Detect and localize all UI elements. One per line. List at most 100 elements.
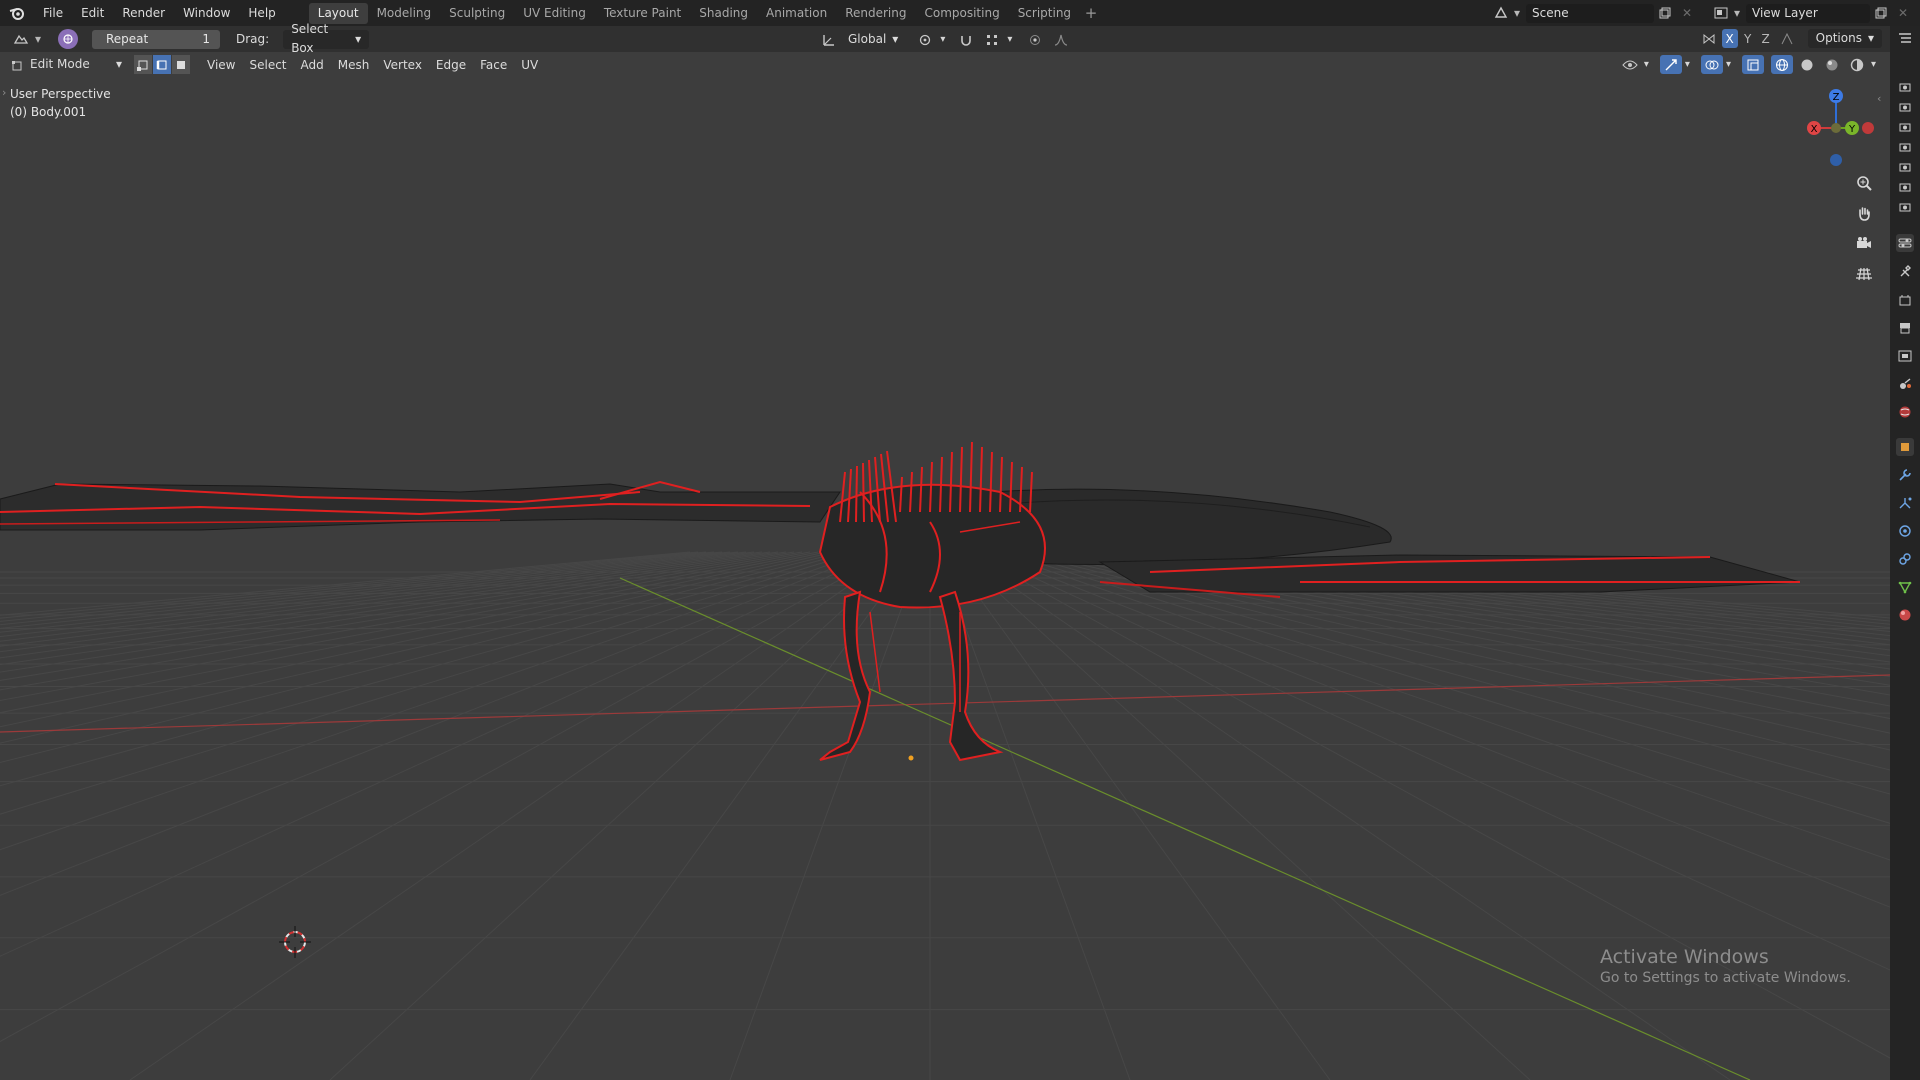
camera-icon[interactable] [1896, 78, 1914, 96]
close-icon[interactable]: ✕ [1892, 4, 1914, 23]
overlays-toggle-icon[interactable] [1700, 55, 1723, 74]
material-shading-icon[interactable] [1821, 55, 1843, 74]
scene-icon[interactable] [1490, 4, 1512, 23]
physics-properties-icon[interactable] [1896, 522, 1914, 540]
menu-edit[interactable]: Edit [72, 0, 113, 26]
mesh-data-properties-icon[interactable] [1896, 578, 1914, 596]
view-layer-icon[interactable] [1710, 4, 1732, 23]
xray-toggle-icon[interactable] [1741, 55, 1764, 74]
gizmo-toggle-icon[interactable] [1659, 55, 1682, 74]
grid-icon[interactable] [1851, 261, 1877, 287]
outliner-icon[interactable] [1896, 30, 1914, 48]
chevron-right-icon[interactable]: › [2, 86, 6, 99]
chevron-down-icon[interactable]: ▾ [1007, 34, 1012, 45]
camera-icon[interactable] [1896, 118, 1914, 136]
chevron-left-icon[interactable]: ‹ [1877, 92, 1881, 105]
topology-mirror-icon[interactable] [1776, 29, 1798, 48]
menu-window[interactable]: Window [174, 0, 239, 26]
menu-add[interactable]: Add [294, 58, 331, 72]
rendered-shading-icon[interactable] [1846, 55, 1868, 74]
view-layer-properties-icon[interactable] [1896, 347, 1914, 365]
viewport-3d[interactable] [0, 52, 1890, 1080]
camera-icon[interactable] [1896, 98, 1914, 116]
world-properties-icon[interactable] [1896, 403, 1914, 421]
chevron-down-icon[interactable]: ▾ [940, 34, 945, 45]
mirror-y-toggle[interactable]: Y [1740, 29, 1756, 48]
tab-modeling[interactable]: Modeling [368, 3, 441, 24]
snap-target-icon[interactable] [981, 30, 1003, 49]
tab-compositing[interactable]: Compositing [915, 3, 1008, 24]
wrench-screwdriver-icon[interactable] [1896, 262, 1914, 280]
face-select-icon[interactable] [172, 55, 190, 74]
menu-face[interactable]: Face [473, 58, 514, 72]
navigation-gizmo[interactable]: Z X Y [1792, 82, 1882, 172]
proportional-edit-icon[interactable] [1024, 30, 1046, 49]
chevron-down-icon[interactable]: ▾ [1871, 59, 1876, 70]
butterfly-icon[interactable] [1698, 29, 1720, 48]
modifier-properties-icon[interactable] [1896, 466, 1914, 484]
camera-icon[interactable] [1896, 158, 1914, 176]
visibility-icon[interactable] [1619, 55, 1641, 74]
tab-texture-paint[interactable]: Texture Paint [595, 3, 690, 24]
view-layer-field[interactable]: View Layer [1746, 3, 1870, 23]
falloff-icon[interactable] [1050, 30, 1072, 49]
scene-properties-icon[interactable] [1896, 375, 1914, 393]
object-properties-icon[interactable] [1896, 438, 1914, 456]
vertex-select-icon[interactable] [134, 55, 152, 74]
tool-settings-icon[interactable] [1896, 234, 1914, 252]
tab-sculpting[interactable]: Sculpting [440, 3, 514, 24]
menu-view[interactable]: View [200, 58, 242, 72]
chevron-down-icon[interactable]: ▾ [1512, 4, 1522, 23]
new-view-layer-icon[interactable] [1870, 4, 1892, 23]
mode-dropdown[interactable]: Edit Mode ▾ [28, 55, 124, 74]
camera-icon[interactable] [1851, 230, 1877, 256]
chevron-down-icon[interactable]: ▾ [1685, 59, 1690, 70]
menu-edge[interactable]: Edge [429, 58, 473, 72]
menu-uv[interactable]: UV [514, 58, 545, 72]
transform-orientation-dropdown[interactable]: Global ▾ [844, 30, 902, 49]
mirror-z-toggle[interactable]: Z [1758, 29, 1774, 48]
material-properties-icon[interactable] [1896, 606, 1914, 624]
menu-render[interactable]: Render [113, 0, 174, 26]
scene-name-field[interactable]: Scene [1526, 3, 1654, 23]
tab-animation[interactable]: Animation [757, 3, 836, 24]
output-properties-icon[interactable] [1896, 319, 1914, 337]
chevron-down-icon[interactable]: ▾ [34, 30, 42, 49]
particle-properties-icon[interactable] [1896, 494, 1914, 512]
editor-type-icon[interactable] [8, 30, 34, 49]
tab-rendering[interactable]: Rendering [836, 3, 915, 24]
tab-scripting[interactable]: Scripting [1009, 3, 1080, 24]
menu-help[interactable]: Help [239, 0, 284, 26]
mirror-x-toggle[interactable]: X [1721, 29, 1738, 48]
solid-shading-icon[interactable] [1796, 55, 1818, 74]
menu-file[interactable]: File [34, 0, 72, 26]
chevron-down-icon[interactable]: ▾ [1644, 59, 1649, 70]
menu-vertex[interactable]: Vertex [376, 58, 429, 72]
wireframe-shading-icon[interactable] [1770, 55, 1793, 74]
camera-icon[interactable] [1896, 178, 1914, 196]
snap-icon[interactable] [955, 30, 977, 49]
constraint-properties-icon[interactable] [1896, 550, 1914, 568]
menu-select[interactable]: Select [242, 58, 293, 72]
repeat-button[interactable]: Repeat 1 [92, 29, 220, 49]
chevron-down-icon[interactable]: ▾ [1726, 59, 1731, 70]
blender-logo-icon[interactable] [0, 0, 34, 26]
pivot-point-icon[interactable] [914, 30, 936, 49]
hand-icon[interactable] [1851, 200, 1877, 226]
tab-uv-editing[interactable]: UV Editing [514, 3, 595, 24]
close-icon[interactable]: ✕ [1676, 4, 1698, 23]
chevron-down-icon[interactable]: ▾ [1732, 4, 1742, 23]
tab-shading[interactable]: Shading [690, 3, 757, 24]
menu-mesh[interactable]: Mesh [331, 58, 377, 72]
camera-icon[interactable] [1896, 198, 1914, 216]
new-scene-icon[interactable] [1654, 4, 1676, 23]
edge-select-icon[interactable] [153, 55, 171, 74]
repeat-label: Repeat [106, 32, 149, 46]
zoom-icon[interactable] [1851, 170, 1877, 196]
drag-select-dropdown[interactable]: Select Box ▾ [283, 22, 370, 55]
camera-icon[interactable] [1896, 138, 1914, 156]
options-dropdown[interactable]: Options ▾ [1807, 29, 1882, 48]
render-properties-icon[interactable] [1896, 291, 1914, 309]
add-workspace-button[interactable]: + [1080, 4, 1102, 22]
active-tool-icon[interactable] [58, 29, 78, 49]
